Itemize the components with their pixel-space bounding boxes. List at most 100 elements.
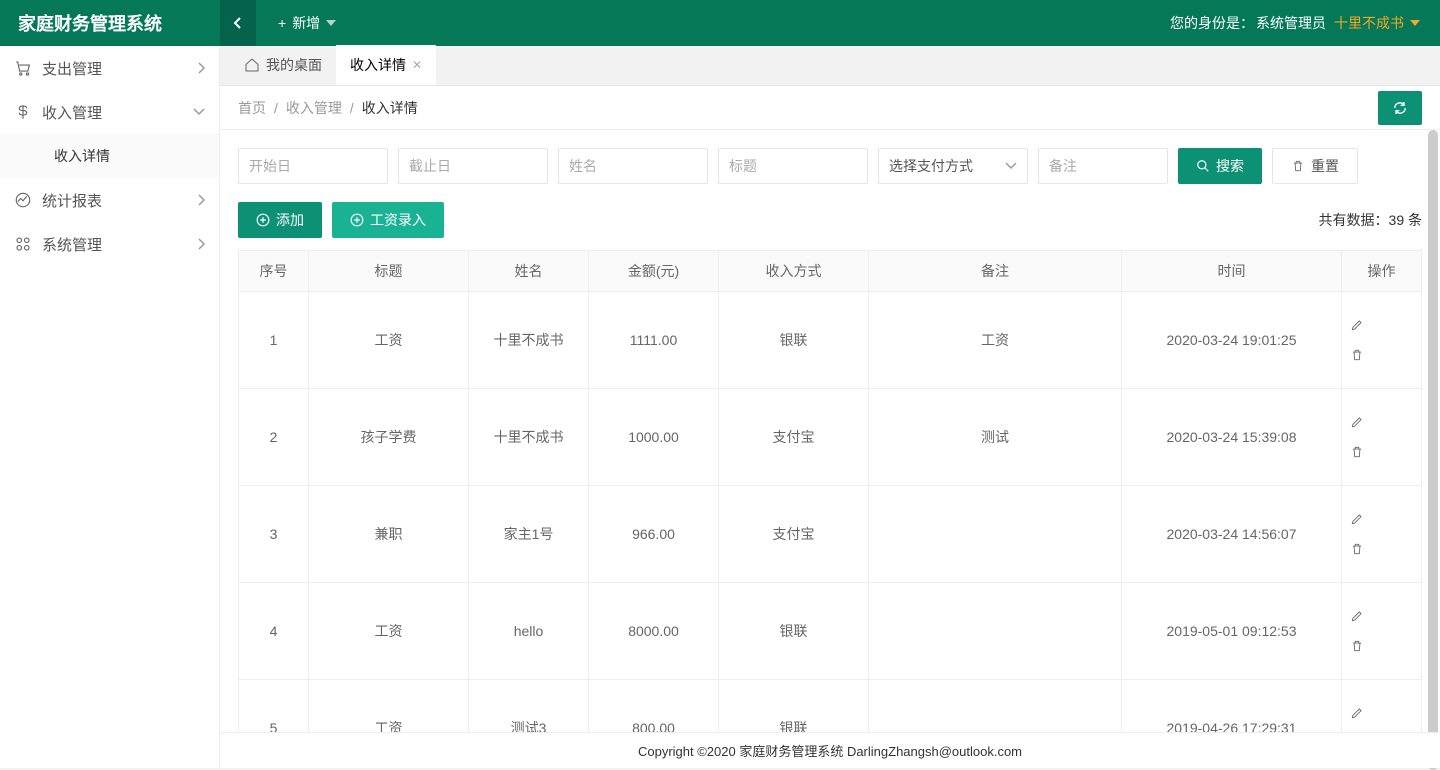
reset-button-label: 重置 [1311,156,1339,176]
dollar-icon [14,103,42,121]
table-row: 2孩子学费十里不成书1000.00支付宝测试2020-03-24 15:39:0… [239,389,1422,486]
sidebar-item-label: 统计报表 [42,190,102,211]
title-input[interactable] [718,148,868,184]
col-ops: 操作 [1342,251,1422,292]
cell-title: 工资 [309,292,469,389]
sidebar-item-income[interactable]: 收入管理 [0,90,219,134]
home-icon [244,57,260,73]
user-menu[interactable]: 十里不成书 [1334,13,1420,33]
sidebar-toggle-button[interactable] [220,0,256,46]
cell-amount: 966.00 [589,486,719,583]
edit-icon[interactable] [1350,512,1413,526]
trash-icon [1291,159,1305,173]
sidebar-item-expense[interactable]: 支出管理 [0,46,219,90]
delete-icon[interactable] [1350,542,1413,556]
remark-input[interactable] [1038,148,1168,184]
breadcrumb-parent[interactable]: 收入管理 [286,98,342,118]
add-button-label: 添加 [276,210,304,230]
start-date-input[interactable] [238,148,388,184]
app-title: 家庭财务管理系统 [0,10,220,36]
pay-method-select[interactable]: 选择支付方式 [878,148,1028,184]
cell-ops [1342,389,1422,486]
table-row: 3兼职家主1号966.00支付宝2020-03-24 14:56:07 [239,486,1422,583]
plus-icon: + [278,15,286,31]
cell-method: 银联 [719,583,869,680]
scrollbar[interactable] [1428,130,1438,770]
breadcrumb: 首页 / 收入管理 / 收入详情 [220,86,1440,130]
breadcrumb-home[interactable]: 首页 [238,98,266,118]
plus-circle-icon [256,213,270,227]
cell-remark: 工资 [869,292,1122,389]
col-idx: 序号 [239,251,309,292]
tab-desktop[interactable]: 我的桌面 [230,45,336,85]
cell-ops [1342,486,1422,583]
cell-idx: 1 [239,292,309,389]
footer: Copyright ©2020 家庭财务管理系统 DarlingZhangsh@… [220,732,1440,768]
salary-entry-button[interactable]: 工资录入 [332,202,444,238]
search-button[interactable]: 搜索 [1178,148,1262,184]
edit-icon[interactable] [1350,318,1413,332]
edit-icon[interactable] [1350,415,1413,429]
filter-bar: 选择支付方式 搜索 重置 [238,148,1422,184]
refresh-button[interactable] [1378,91,1422,125]
sidebar-item-label: 收入管理 [42,102,102,123]
content: 首页 / 收入管理 / 收入详情 选择支付方式 [220,86,1440,768]
cell-method: 银联 [719,292,869,389]
col-remark: 备注 [869,251,1122,292]
chevron-right-icon [197,62,205,74]
cell-title: 兼职 [309,486,469,583]
plus-circle-icon [350,213,364,227]
new-button-label: 新增 [292,13,320,33]
cart-icon [14,59,42,77]
cell-idx: 4 [239,583,309,680]
cell-method: 支付宝 [719,389,869,486]
chevron-left-icon [233,16,243,30]
header-right: 您的身份是： 系统管理员 十里不成书 [1170,13,1440,33]
cell-remark [869,486,1122,583]
cell-amount: 1111.00 [589,292,719,389]
sidebar: 支出管理 收入管理 收入详情 统计报表 系统管理 [0,46,220,768]
data-table: 序号 标题 姓名 金额(元) 收入方式 备注 时间 操作 1工资十里不成书111… [238,250,1422,768]
user-name: 十里不成书 [1334,13,1404,33]
delete-icon[interactable] [1350,445,1413,459]
cell-name: 家主1号 [469,486,589,583]
search-button-label: 搜索 [1216,156,1244,176]
delete-icon[interactable] [1350,348,1413,362]
cell-time: 2020-03-24 19:01:25 [1122,292,1342,389]
add-button[interactable]: 添加 [238,202,322,238]
cell-title: 孩子学费 [309,389,469,486]
main: 我的桌面 收入详情 ✕ 首页 / 收入管理 / 收入详情 [220,46,1440,768]
identity-prefix: 您的身份是： [1170,13,1254,33]
sidebar-item-system[interactable]: 系统管理 [0,222,219,266]
refresh-icon [1392,100,1408,116]
close-icon[interactable]: ✕ [412,58,422,72]
name-input[interactable] [558,148,708,184]
col-title: 标题 [309,251,469,292]
reset-button[interactable]: 重置 [1272,148,1358,184]
sidebar-item-reports[interactable]: 统计报表 [0,178,219,222]
col-method: 收入方式 [719,251,869,292]
end-date-input[interactable] [398,148,548,184]
cell-ops [1342,292,1422,389]
tab-label: 我的桌面 [266,55,322,75]
cell-remark [869,583,1122,680]
footer-text: Copyright ©2020 家庭财务管理系统 DarlingZhangsh@… [638,741,1022,760]
cell-remark: 测试 [869,389,1122,486]
edit-icon[interactable] [1350,706,1413,720]
cell-amount: 8000.00 [589,583,719,680]
sidebar-subitem-income-detail[interactable]: 收入详情 [0,134,219,178]
table-row: 4工资hello8000.00银联2019-05-01 09:12:53 [239,583,1422,680]
edit-icon[interactable] [1350,609,1413,623]
scrollbar-thumb[interactable] [1428,130,1438,770]
new-button[interactable]: + 新增 [256,0,358,46]
tab-income-detail[interactable]: 收入详情 ✕ [336,45,436,85]
toolbar: 添加 工资录入 共有数据：39 条 [238,202,1422,238]
caret-down-icon [326,20,336,26]
cell-amount: 1000.00 [589,389,719,486]
sidebar-item-label: 支出管理 [42,58,102,79]
salary-button-label: 工资录入 [370,210,426,230]
chart-icon [14,191,42,209]
identity-role: 系统管理员 [1256,13,1326,33]
caret-down-icon [1410,20,1420,26]
delete-icon[interactable] [1350,639,1413,653]
